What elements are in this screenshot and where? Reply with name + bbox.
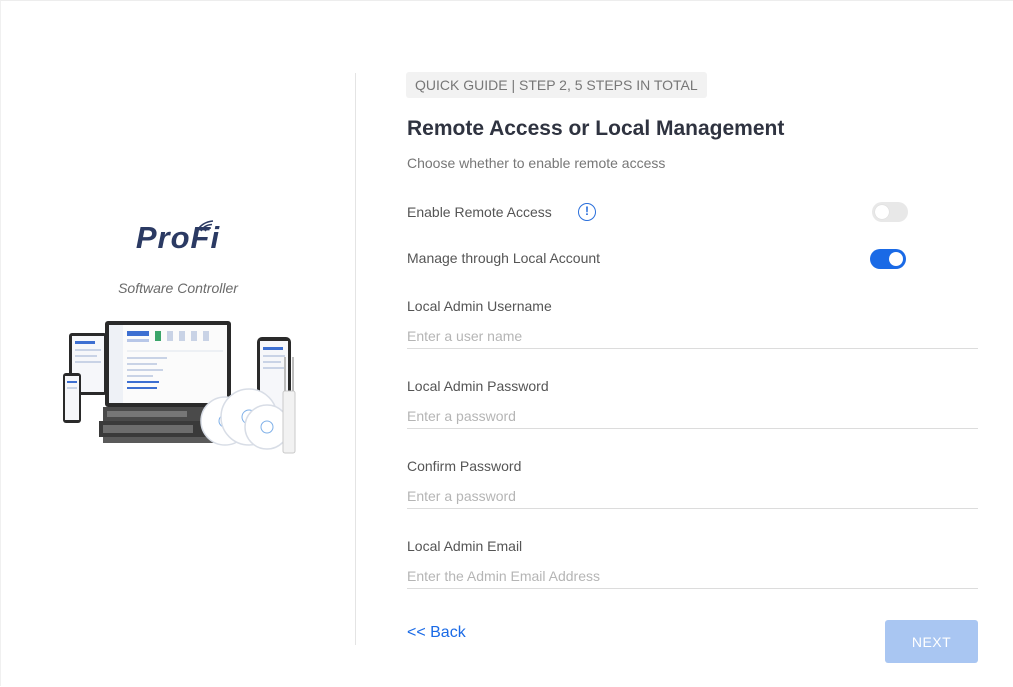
quick-guide-page: ProFi Software Controller QUICK GUIDE | … [0, 0, 1013, 686]
info-circle-icon[interactable]: ! [578, 203, 596, 221]
back-link[interactable]: << Back [407, 624, 466, 642]
page-subtitle: Choose whether to enable remote access [407, 155, 666, 171]
devices-illustration [63, 321, 296, 454]
username-input[interactable] [407, 323, 978, 349]
wifi-signal-icon [196, 220, 214, 232]
toggle-knob [875, 205, 889, 219]
panel-divider [355, 73, 356, 645]
page-title: Remote Access or Local Management [407, 117, 785, 140]
brand-logo: ProFi [135, 220, 221, 255]
email-input[interactable] [407, 563, 978, 589]
step-badge: QUICK GUIDE | STEP 2, 5 STEPS IN TOTAL [406, 72, 707, 98]
local-account-toggle[interactable] [870, 249, 906, 269]
brand-subtitle: Software Controller [118, 280, 238, 296]
confirm-password-input[interactable] [407, 483, 978, 509]
password-input[interactable] [407, 403, 978, 429]
username-label: Local Admin Username [407, 298, 552, 314]
password-label: Local Admin Password [407, 378, 549, 394]
remote-access-label: Enable Remote Access [407, 204, 552, 220]
branding-panel: ProFi Software Controller [1, 1, 355, 687]
confirm-password-label: Confirm Password [407, 458, 522, 474]
toggle-knob [889, 252, 903, 266]
next-button[interactable]: NEXT [885, 620, 978, 663]
local-account-label: Manage through Local Account [407, 250, 601, 266]
email-label: Local Admin Email [407, 538, 523, 554]
remote-access-toggle[interactable] [872, 202, 908, 222]
